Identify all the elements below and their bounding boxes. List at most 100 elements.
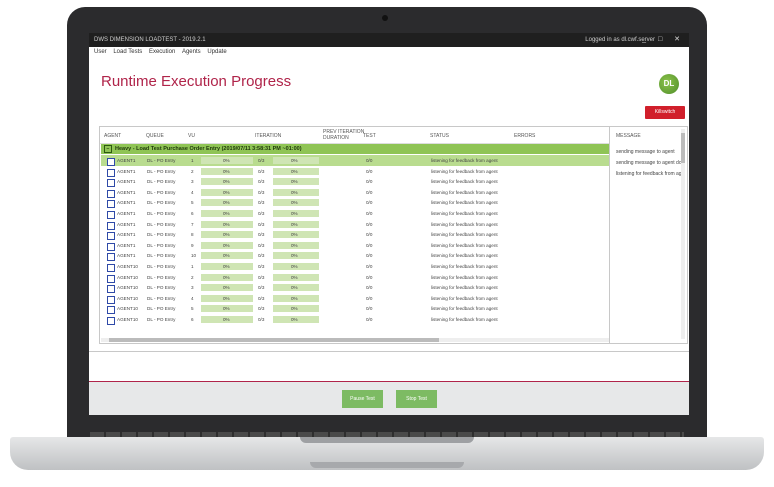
table-row[interactable]: AGENT10 DL - PO Entry 2 0% 0/3 0% 0/0 listening… bbox=[101, 272, 609, 283]
cell-queue: DL - PO Entry bbox=[147, 274, 176, 280]
cell-test: 0/0 bbox=[366, 210, 373, 216]
vu-progress-bar: 0% bbox=[201, 294, 253, 302]
col-status[interactable]: STATUS bbox=[430, 133, 449, 139]
menu-load-tests[interactable]: Load Tests bbox=[113, 49, 142, 55]
cell-vu: 4 bbox=[191, 295, 194, 301]
cell-status: listening for feedback from agent bbox=[431, 179, 498, 185]
checkbox-icon[interactable] bbox=[107, 316, 115, 325]
scroll-thumb[interactable] bbox=[109, 338, 439, 342]
cell-test: 0/0 bbox=[366, 179, 373, 185]
menu-update[interactable]: Update bbox=[207, 49, 226, 55]
cell-test: 0/0 bbox=[366, 285, 373, 291]
cell-iteration: 0/3 bbox=[258, 179, 265, 185]
table-row[interactable]: AGENT10 DL - PO Entry 3 0% 0/3 0% 0/0 listening… bbox=[101, 282, 609, 294]
table-row[interactable]: AGENT1 DL - PO Entry 10 0% 0/3 0% 0/0 listening… bbox=[101, 250, 609, 262]
vu-progress-label: 0% bbox=[223, 232, 230, 238]
table-row[interactable]: AGENT10 DL - PO Entry 5 0% 0/3 0% 0/0 listening… bbox=[101, 303, 609, 315]
cell-test: 0/0 bbox=[366, 158, 373, 163]
cell-agent: AGENT1 bbox=[117, 253, 136, 259]
col-queue[interactable]: QUEUE bbox=[146, 133, 164, 139]
cell-vu: 1 bbox=[191, 158, 194, 163]
col-prev-iteration-duration[interactable]: PREV ITERATION DURATION bbox=[323, 129, 364, 141]
message-item: sending message to agent don bbox=[616, 160, 685, 166]
window-controls[interactable]: _ □ ✕ bbox=[642, 33, 685, 47]
horizontal-scrollbar[interactable] bbox=[101, 338, 609, 342]
table-row[interactable]: AGENT1 DL - PO Entry 6 0% 0/3 0% 0/0 listening … bbox=[101, 208, 609, 219]
cell-agent: AGENT1 bbox=[117, 200, 136, 206]
vu-progress-bar: 0% bbox=[201, 231, 253, 239]
minimize-icon[interactable]: _ bbox=[642, 36, 651, 43]
killswitch-button[interactable]: Killswitch bbox=[645, 106, 685, 119]
table-row[interactable]: AGENT10 DL - PO Entry 1 0% 0/3 0% 0/0 listening… bbox=[101, 261, 609, 272]
cell-queue: DL - PO Entry bbox=[147, 285, 176, 291]
vertical-scrollbar[interactable] bbox=[681, 129, 685, 339]
cell-vu: 5 bbox=[191, 306, 194, 312]
cell-status: listening for feedback from agent bbox=[431, 242, 498, 248]
app-window: DWS DIMENSION LOADTEST - 2019.2.1 Logged… bbox=[89, 33, 689, 415]
col-vu[interactable]: VU bbox=[188, 133, 195, 139]
cell-vu: 9 bbox=[191, 242, 194, 248]
scroll-thumb[interactable] bbox=[681, 133, 685, 163]
cell-vu: 1 bbox=[191, 263, 194, 269]
vu-progress-label: 0% bbox=[223, 200, 230, 206]
table-row[interactable]: AGENT1 DL - PO Entry 3 0% 0/3 0% 0/0 listening … bbox=[101, 176, 609, 188]
cell-vu: 5 bbox=[191, 200, 194, 206]
cell-iteration: 0/3 bbox=[258, 306, 265, 312]
table-row[interactable]: AGENT10 DL - PO Entry 6 0% 0/3 0% 0/0 listening… bbox=[101, 314, 609, 325]
col-agent[interactable]: AGENT bbox=[104, 133, 121, 139]
laptop-frame: DWS DIMENSION LOADTEST - 2019.2.1 Logged… bbox=[67, 7, 707, 443]
iteration-progress-bar: 0% bbox=[273, 178, 319, 186]
menu-user[interactable]: User bbox=[94, 49, 107, 55]
cell-status: listening for feedback from agent bbox=[431, 316, 498, 322]
cell-vu: 2 bbox=[191, 168, 194, 174]
cell-status: listening for feedback from agent bbox=[431, 221, 498, 227]
iteration-progress-label: 0% bbox=[291, 210, 298, 216]
expand-icon[interactable]: − bbox=[104, 144, 112, 153]
cell-vu: 2 bbox=[191, 274, 194, 280]
table-row[interactable]: AGENT1 DL - PO Entry 2 0% 0/3 0% 0/0 listening … bbox=[101, 166, 609, 177]
vu-progress-bar: 0% bbox=[201, 157, 253, 164]
cell-test: 0/0 bbox=[366, 242, 373, 248]
group-row[interactable]: − Heavy - Load Test Purchase Order Entry … bbox=[101, 144, 609, 154]
cell-queue: DL - PO Entry bbox=[147, 295, 176, 301]
iteration-progress-bar: 0% bbox=[273, 294, 319, 302]
cell-vu: 6 bbox=[191, 210, 194, 216]
divider bbox=[89, 351, 689, 352]
vu-progress-label: 0% bbox=[223, 210, 230, 216]
iteration-progress-bar: 0% bbox=[273, 157, 319, 164]
iteration-progress-label: 0% bbox=[291, 200, 298, 206]
vu-progress-bar: 0% bbox=[201, 284, 253, 292]
cell-iteration: 0/3 bbox=[258, 316, 265, 322]
cell-iteration: 0/3 bbox=[258, 210, 265, 216]
cell-status: listening for feedback from agent bbox=[431, 274, 498, 280]
execution-grid: AGENT QUEUE VU ITERATION PREV ITERATION … bbox=[99, 126, 611, 344]
maximize-icon[interactable]: □ bbox=[658, 36, 667, 43]
grid-header: AGENT QUEUE VU ITERATION PREV ITERATION … bbox=[100, 127, 610, 144]
col-iteration[interactable]: ITERATION bbox=[255, 133, 281, 139]
cell-test: 0/0 bbox=[366, 221, 373, 227]
close-icon[interactable]: ✕ bbox=[674, 36, 685, 43]
col-errors[interactable]: ERRORS bbox=[514, 133, 535, 139]
table-row[interactable]: AGENT1 DL - PO Entry 8 0% 0/3 0% 0/0 listening … bbox=[101, 229, 609, 241]
stop-test-button[interactable]: Stop Test bbox=[396, 390, 437, 408]
table-row[interactable]: AGENT1 DL - PO Entry 4 0% 0/3 0% 0/0 listening … bbox=[101, 187, 609, 198]
table-row[interactable]: AGENT10 DL - PO Entry 4 0% 0/3 0% 0/0 listening… bbox=[101, 293, 609, 304]
menu-agents[interactable]: Agents bbox=[182, 49, 201, 55]
laptop-hinge bbox=[300, 437, 474, 443]
cell-test: 0/0 bbox=[366, 168, 373, 174]
menu-execution[interactable]: Execution bbox=[149, 49, 175, 55]
pause-test-button[interactable]: Pause Test bbox=[342, 390, 383, 408]
vu-progress-bar: 0% bbox=[201, 273, 253, 281]
col-test[interactable]: TEST bbox=[363, 133, 376, 139]
iteration-progress-bar: 0% bbox=[273, 273, 319, 281]
table-row[interactable]: AGENT1 DL - PO Entry 1 0% 0/3 0% 0/0 listening … bbox=[101, 155, 609, 166]
title-bar: DWS DIMENSION LOADTEST - 2019.2.1 Logged… bbox=[89, 33, 689, 47]
vu-progress-bar: 0% bbox=[201, 305, 253, 313]
table-row[interactable]: AGENT1 DL - PO Entry 5 0% 0/3 0% 0/0 listening … bbox=[101, 197, 609, 209]
iteration-progress-label: 0% bbox=[291, 285, 298, 291]
table-row[interactable]: AGENT1 DL - PO Entry 9 0% 0/3 0% 0/0 listening … bbox=[101, 240, 609, 251]
table-row[interactable]: AGENT1 DL - PO Entry 7 0% 0/3 0% 0/0 listening … bbox=[101, 219, 609, 230]
grid-rows: AGENT1 DL - PO Entry 1 0% 0/3 0% 0/0 listening … bbox=[101, 155, 609, 325]
cell-iteration: 0/3 bbox=[258, 168, 265, 174]
cell-status: listening for feedback from agent bbox=[431, 210, 498, 216]
